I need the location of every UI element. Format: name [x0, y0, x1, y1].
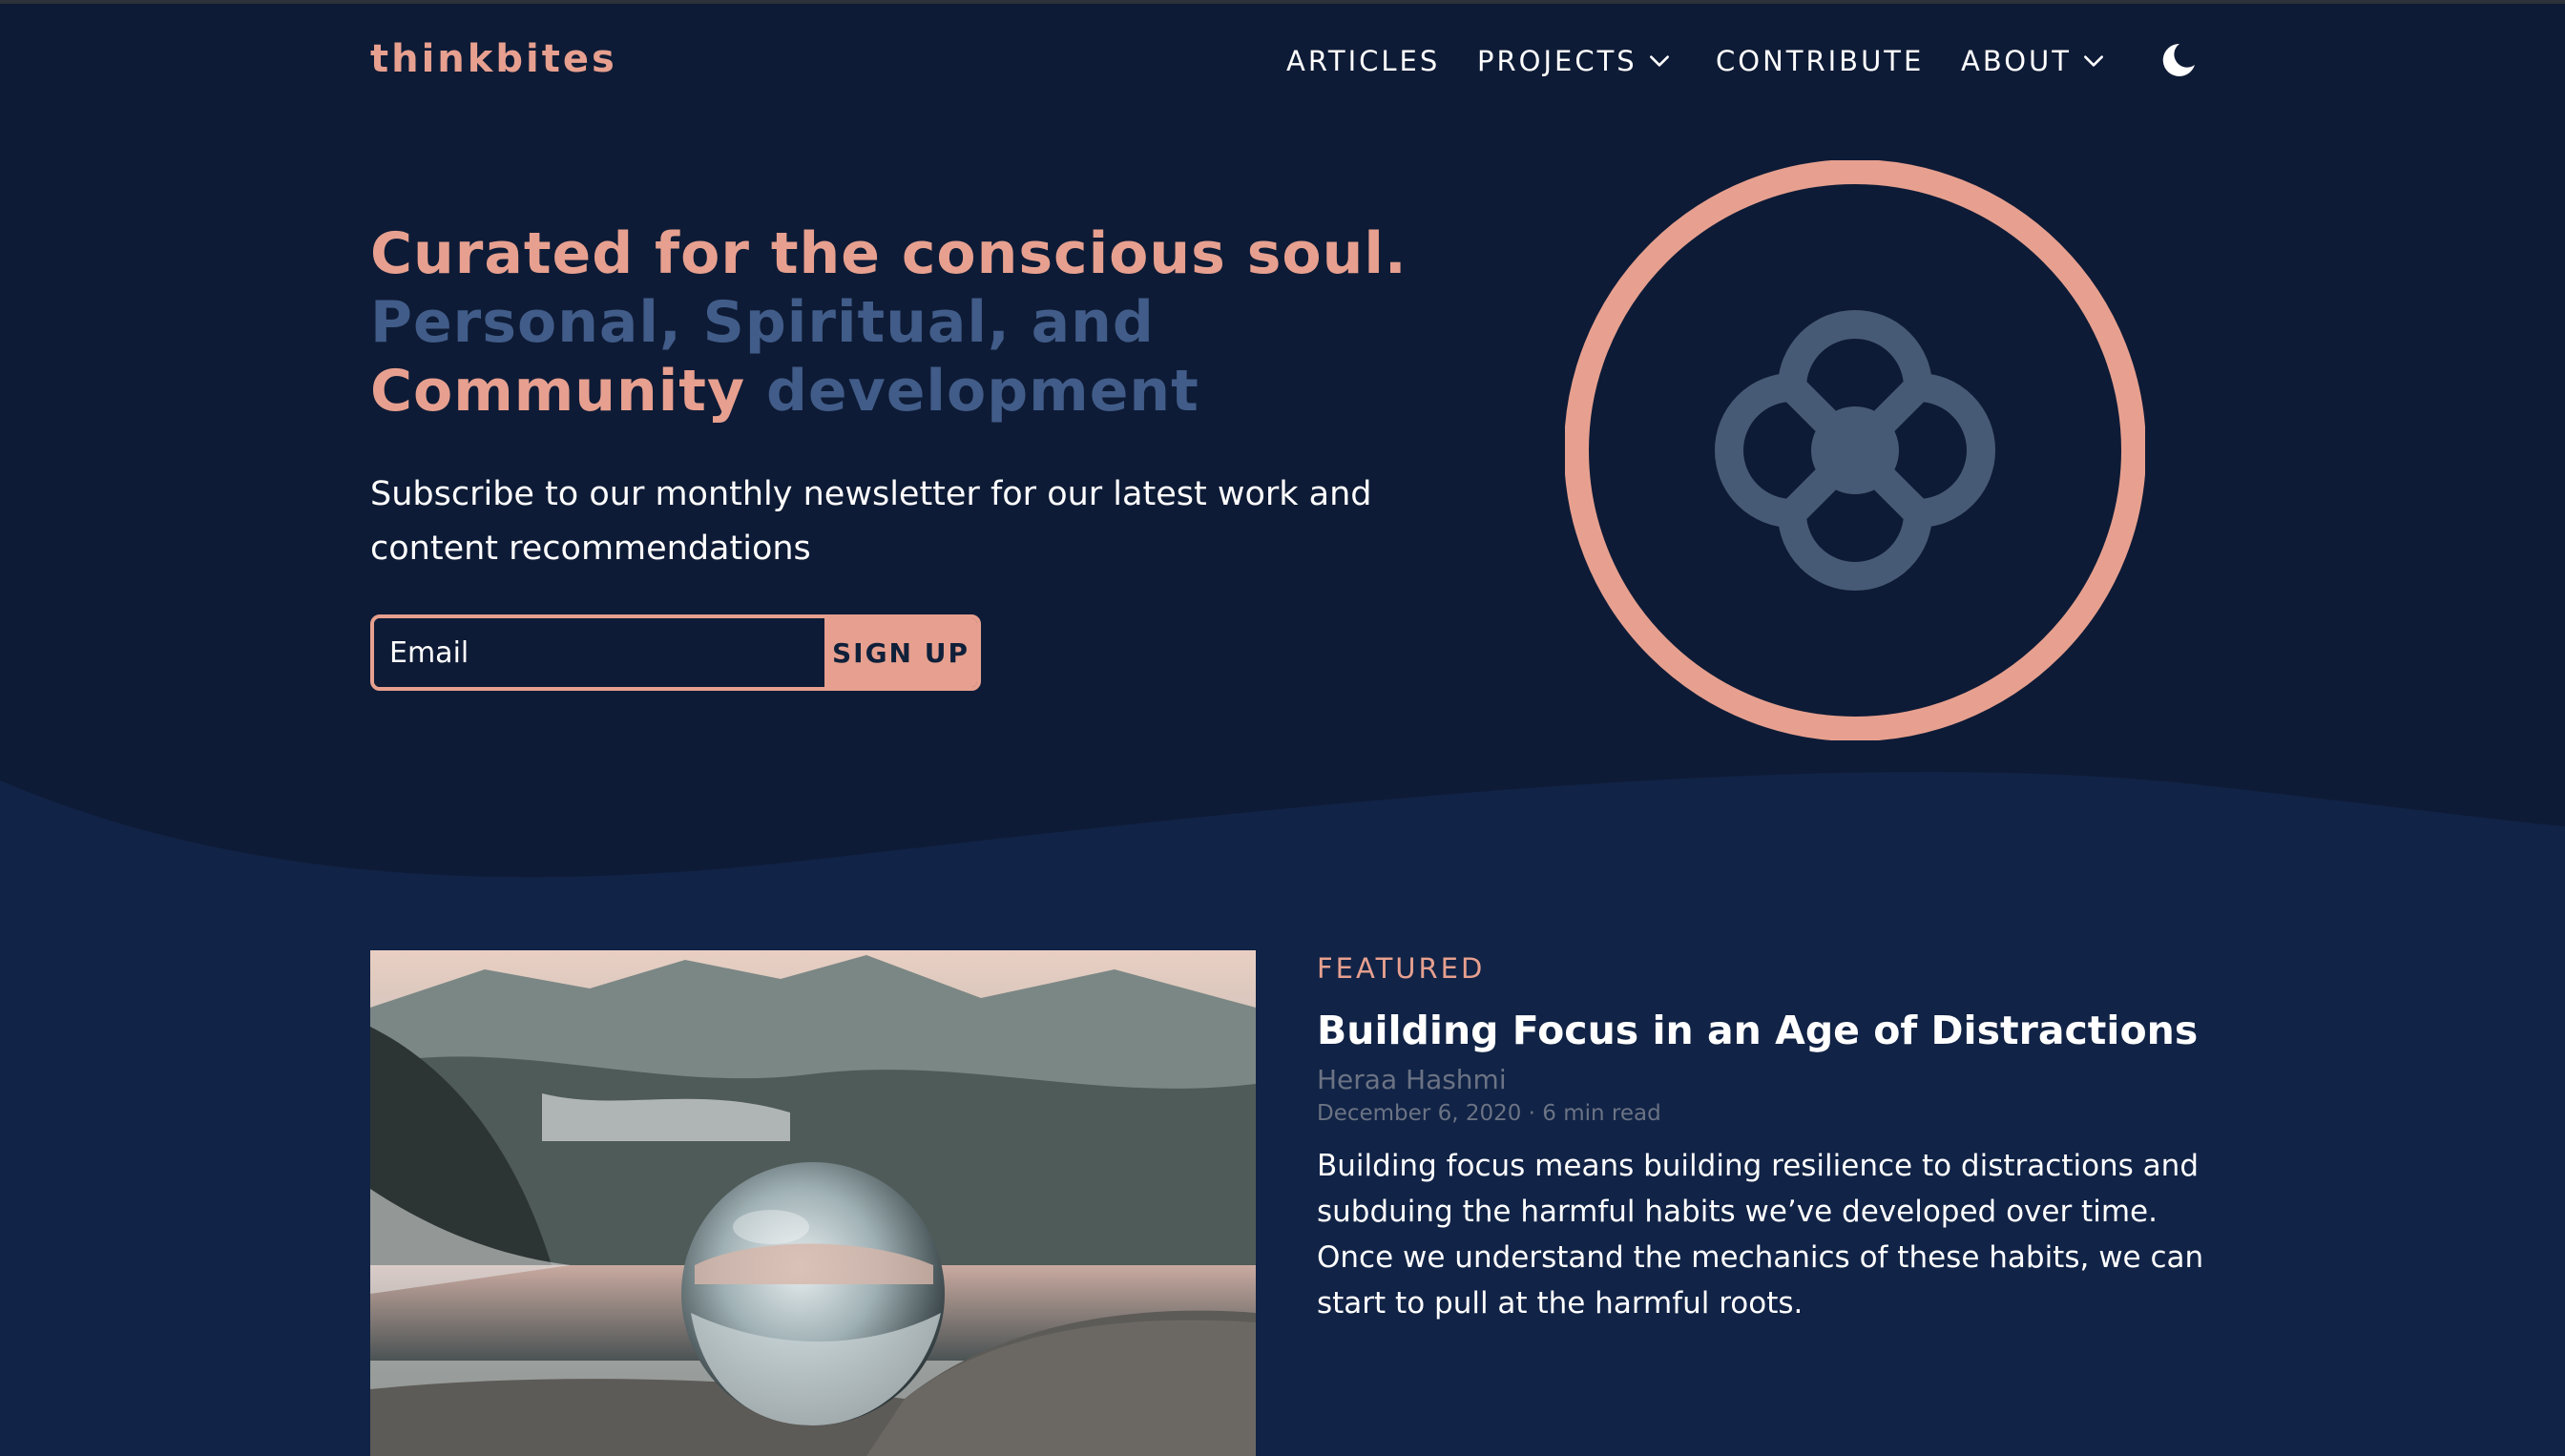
moon-icon[interactable] [2158, 40, 2199, 80]
nav-articles-label: ARTICLES [1286, 45, 1441, 77]
nav-contribute-label: CONTRIBUTE [1716, 45, 1925, 77]
nav-projects-label: PROJECTS [1477, 45, 1637, 77]
site-logo[interactable]: thinkbites [370, 32, 617, 86]
nav-projects[interactable]: PROJECTS [1477, 38, 1672, 84]
featured-label: FEATURED [1317, 952, 1486, 985]
nav-about[interactable]: ABOUT [1961, 38, 2106, 84]
featured-article-title[interactable]: Building Focus in an Age of Distractions [1317, 1004, 2271, 1057]
nav-about-label: ABOUT [1961, 45, 2072, 77]
article-excerpt: Building focus means building resilience… [1317, 1149, 2204, 1321]
hero-title: Curated for the conscious soul. Personal… [370, 219, 1515, 426]
nav-contribute[interactable]: CONTRIBUTE [1716, 38, 1924, 84]
crystal-ball-photo [370, 950, 1256, 1456]
hero-title-line3-b: development [765, 358, 1199, 425]
article-author[interactable]: Heraa Hashmi [1317, 1063, 1507, 1097]
navbar: thinkbites ARTICLES PROJECTS CONTRIBUTE … [0, 0, 2565, 122]
hero-title-line3-a: Community [370, 358, 746, 425]
chevron-down-icon [1649, 55, 1669, 67]
hero-title-line1: Curated for the conscious soul. [370, 220, 1408, 287]
featured-article-image[interactable] [370, 950, 1256, 1456]
page: thinkbites ARTICLES PROJECTS CONTRIBUTE … [0, 0, 2565, 1456]
chevron-down-icon [2084, 55, 2103, 67]
atom-flower-emblem-icon [1565, 160, 2145, 740]
newsletter-form: SIGN UP [370, 614, 981, 691]
email-field[interactable] [374, 618, 824, 687]
hero-title-line2: Personal, Spiritual, and [370, 289, 1155, 356]
signup-button[interactable]: SIGN UP [824, 618, 977, 687]
hero-subtitle: Subscribe to our monthly newsletter for … [370, 475, 1372, 568]
nav-articles[interactable]: ARTICLES [1286, 38, 1440, 84]
article-meta: December 6, 2020 · 6 min read [1317, 1101, 1661, 1126]
